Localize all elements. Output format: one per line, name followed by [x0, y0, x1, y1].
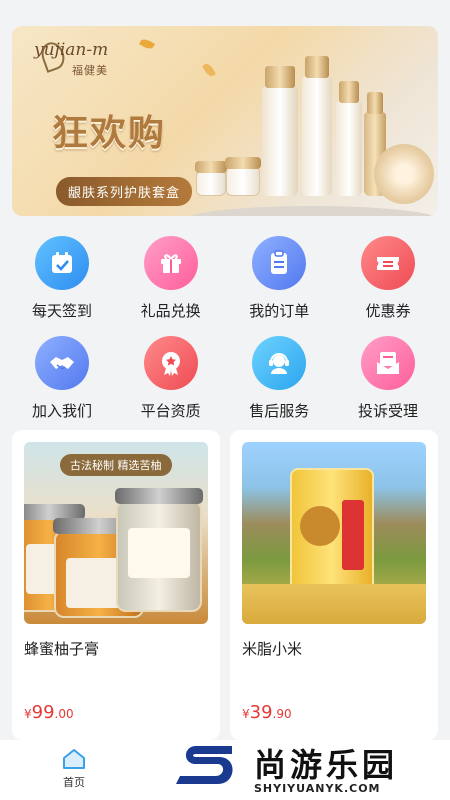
product-price: ¥39.90	[242, 702, 292, 723]
price-decimal: .90	[272, 707, 292, 721]
calendar-check-icon	[35, 236, 89, 290]
brand-name-en: yujian-m	[34, 40, 109, 60]
product-card[interactable]: 古法秘制 精选苦柚 蜂蜜柚子膏 ¥99.00	[12, 430, 220, 740]
grid-item-my-orders[interactable]: 我的订单	[227, 232, 331, 332]
product-image	[242, 442, 426, 624]
handshake-icon	[35, 336, 89, 390]
coupon-icon	[360, 236, 415, 290]
grid-item-coupons[interactable]: 优惠券	[336, 232, 440, 332]
tab-home-label: 首页	[63, 776, 85, 789]
grid-item-label: 我的订单	[249, 302, 310, 320]
price-currency: ¥	[24, 707, 32, 721]
product-tagline: 古法秘制 精选苦柚	[60, 454, 172, 476]
banner-headline: 狂欢购	[52, 112, 167, 154]
price-currency: ¥	[242, 707, 250, 721]
banner-subline: 龈肤系列护肤套盒	[56, 177, 193, 206]
grid-item-label: 平台资质	[140, 402, 201, 420]
price-decimal: .00	[54, 707, 74, 721]
product-name: 米脂小米	[242, 640, 303, 658]
leaf-decoration	[138, 37, 156, 51]
grid-item-label: 售后服务	[249, 402, 310, 420]
grid-item-gift-exchange[interactable]: 礼品兑换	[119, 232, 223, 332]
brand-name-cn: 福健美	[72, 64, 108, 77]
grid-item-platform-qualification[interactable]: 平台资质	[119, 332, 223, 432]
grid-item-label: 每天签到	[31, 302, 92, 320]
toner-bottle	[302, 56, 332, 196]
product-pedestal	[182, 206, 438, 216]
honey-jar	[115, 488, 203, 612]
cream-jar	[195, 161, 227, 196]
price-integer: 39	[249, 702, 273, 723]
customer-service-icon	[252, 336, 307, 390]
essence-bottle	[336, 81, 362, 196]
product-card[interactable]: 米脂小米 ¥39.90	[230, 430, 438, 740]
order-list-icon	[252, 236, 307, 290]
complaint-mail-icon	[360, 336, 415, 390]
gift-icon	[143, 236, 198, 290]
millet-grain	[242, 584, 426, 624]
grid-item-label: 投诉受理	[357, 402, 418, 420]
grid-item-label: 加入我们	[31, 402, 92, 420]
site-watermark: 尚游乐园 SHYIYUANYK.COM	[174, 740, 444, 800]
watermark-logo-icon	[176, 746, 233, 784]
product-list: 古法秘制 精选苦柚 蜂蜜柚子膏 ¥99.00 米脂小米 ¥39.90	[12, 430, 438, 740]
flower-decoration	[374, 144, 434, 204]
tab-home[interactable]: 首页	[46, 748, 102, 790]
watermark-text: 尚游乐园	[254, 746, 399, 784]
product-name: 蜂蜜柚子膏	[24, 640, 100, 658]
product-price: ¥99.00	[24, 702, 74, 723]
price-integer: 99	[31, 702, 55, 723]
award-badge-icon	[143, 336, 198, 390]
millet-bag	[290, 468, 374, 600]
grid-item-after-sales[interactable]: 售后服务	[227, 332, 331, 432]
watermark-url: SHYIYUANYK.COM	[254, 782, 381, 795]
promo-banner[interactable]: yujian-m 福健美 狂欢购 龈肤系列护肤套盒	[12, 26, 438, 216]
home-icon	[63, 749, 85, 769]
grid-item-complaints[interactable]: 投诉受理	[336, 332, 440, 432]
serum-bottle	[262, 66, 298, 196]
product-image: 古法秘制 精选苦柚	[24, 442, 208, 624]
grid-item-label: 礼品兑换	[140, 302, 201, 320]
grid-item-checkin[interactable]: 每天签到	[10, 232, 114, 332]
feature-grid: 每天签到 礼品兑换 我的订单 优惠券 加入我们 平台资质 售后服务 投诉受理	[0, 232, 450, 432]
bottom-tab-bar: 首页 尚游乐园 SHYIYUANYK.COM	[0, 740, 450, 800]
cream-jar	[225, 157, 261, 196]
grid-item-label: 优惠券	[365, 302, 411, 320]
leaf-decoration	[202, 61, 216, 79]
grid-item-join-us[interactable]: 加入我们	[10, 332, 114, 432]
